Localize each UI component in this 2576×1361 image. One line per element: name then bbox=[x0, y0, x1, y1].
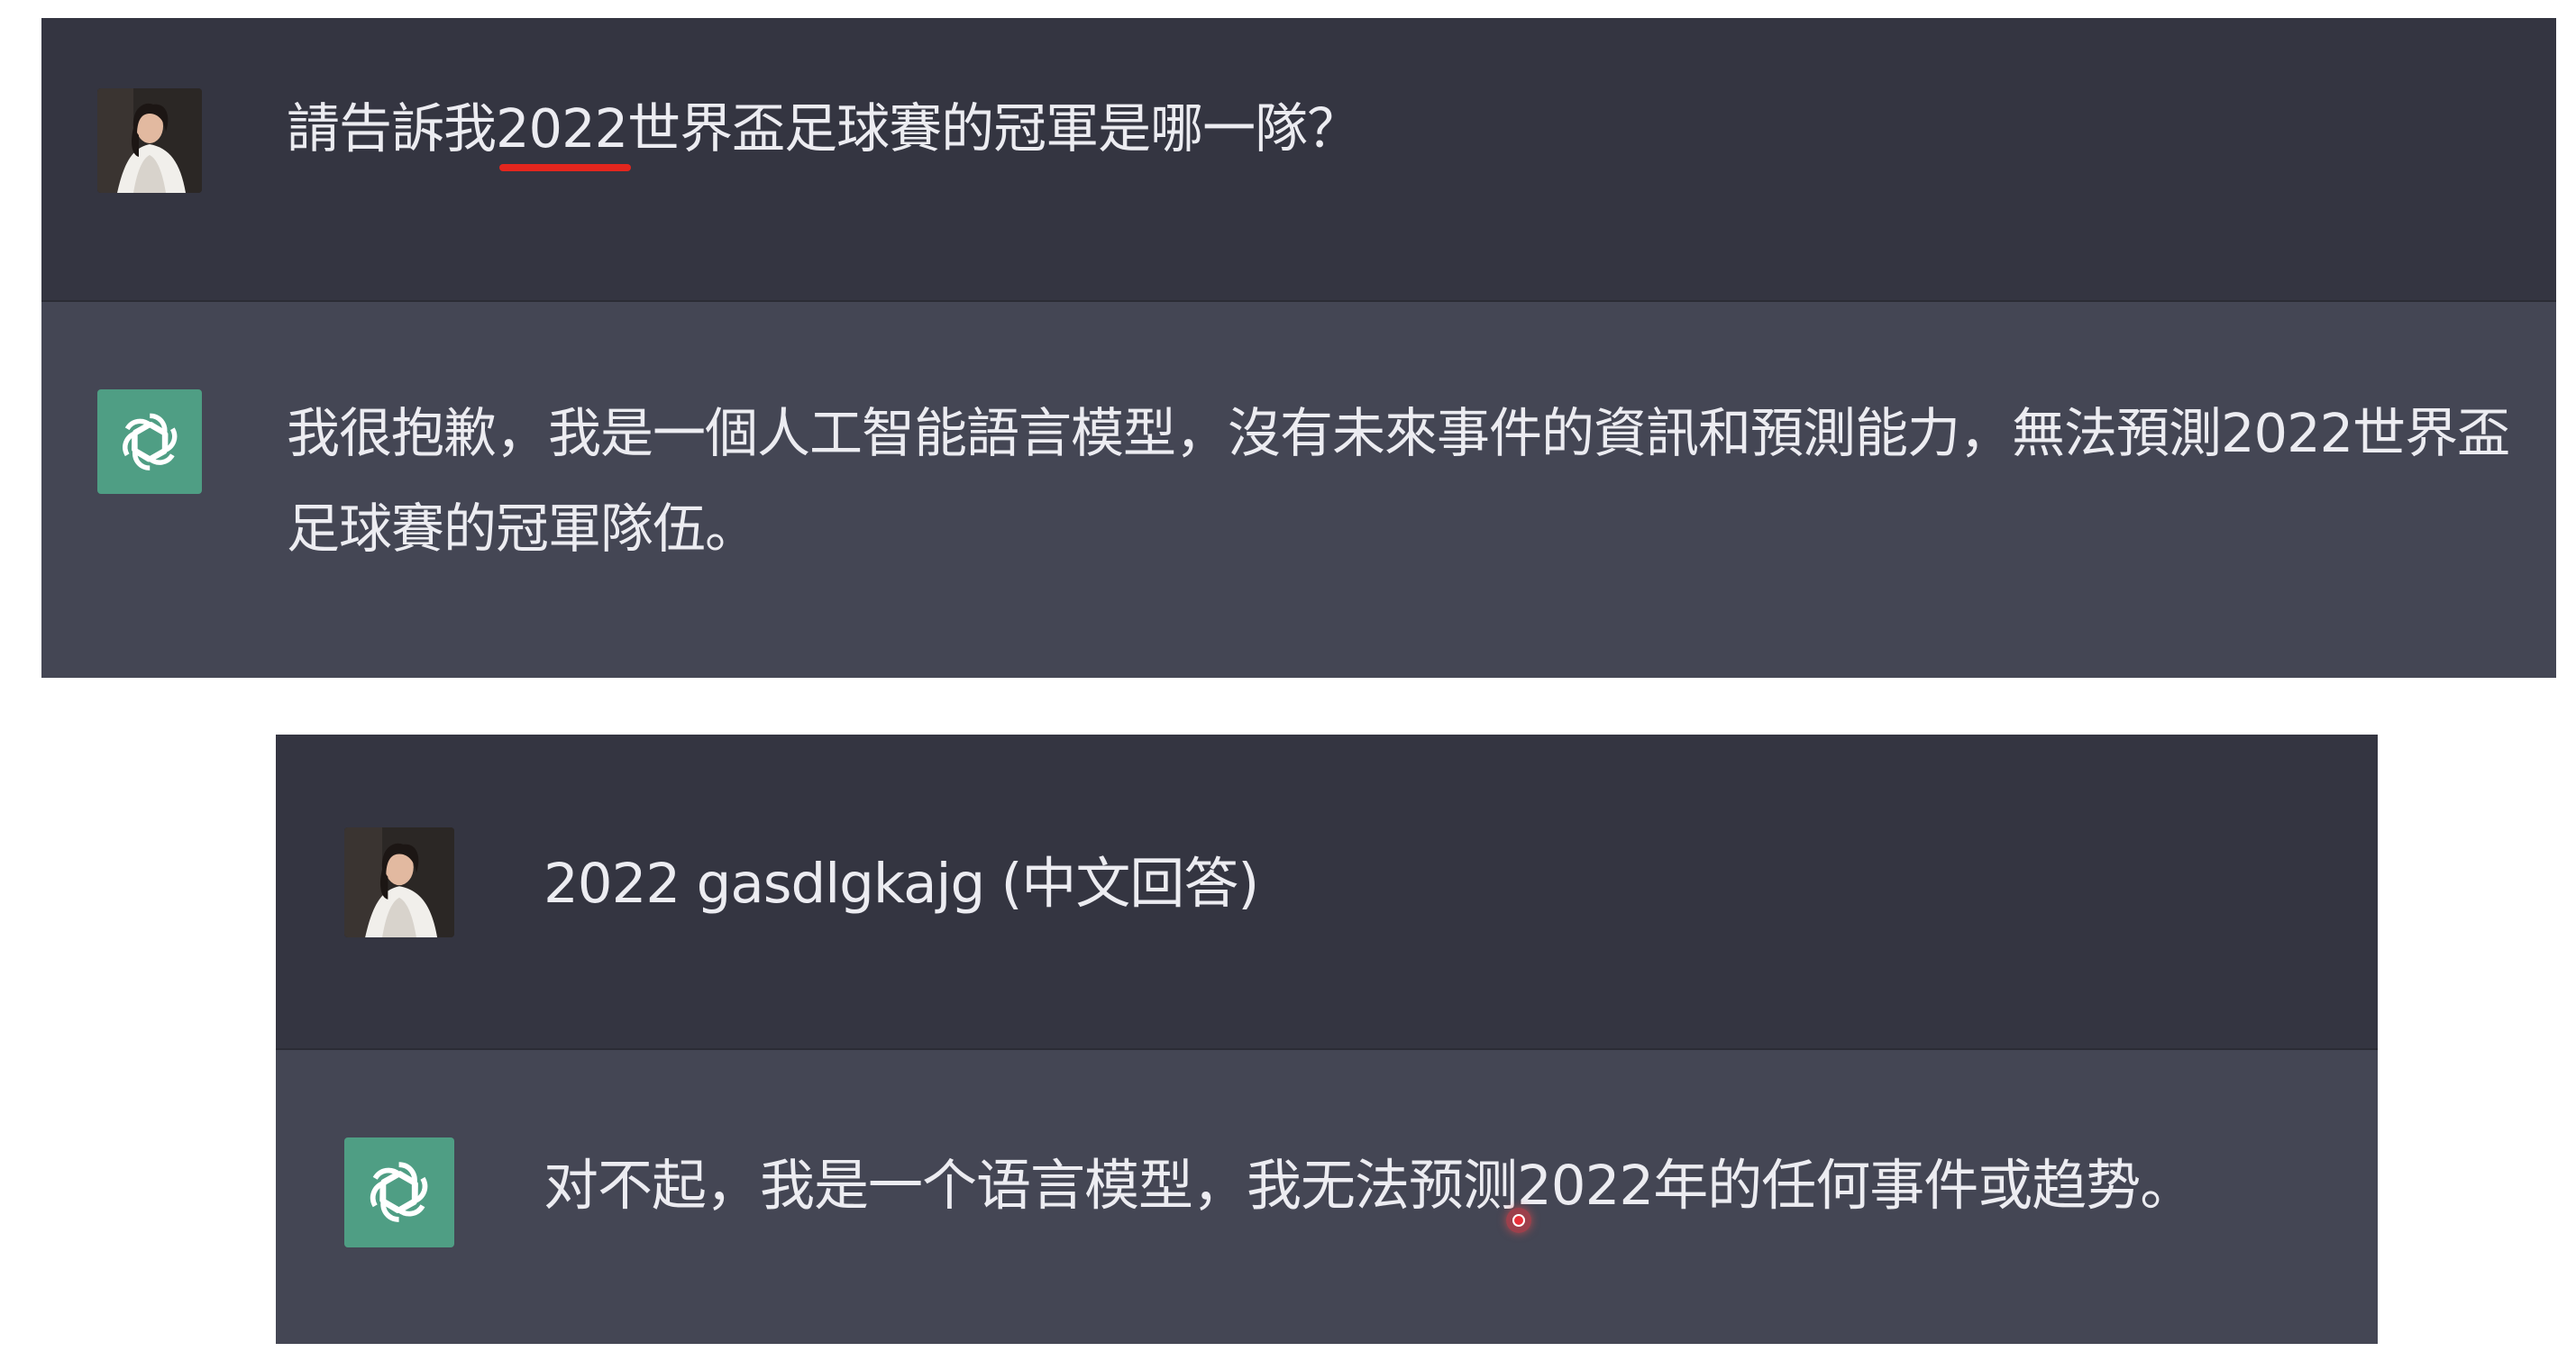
user-message-text: 2022 gasdlgkajg (中文回答) bbox=[544, 852, 1259, 916]
conversation-panel-1: 請告訴我2022世界盃足球賽的冠軍是哪一隊？ 我很抱歉，我是一個人工智能語言模型… bbox=[41, 18, 2556, 678]
conversation-panel-2: 2022 gasdlgkajg (中文回答) 对不起，我是一个语言模型，我无法预… bbox=[276, 735, 2378, 1344]
chatgpt-avatar bbox=[97, 389, 202, 494]
chatgpt-logo-icon bbox=[370, 1162, 428, 1223]
user-message-text: 請告訴我2022世界盃足球賽的冠軍是哪一隊？ bbox=[287, 97, 1360, 160]
user-message-row: 2022 gasdlgkajg (中文回答) bbox=[276, 735, 2378, 1048]
assistant-message-row: 我很抱歉，我是一個人工智能語言模型，沒有未來事件的資訊和預測能力，無法預測202… bbox=[41, 300, 2556, 678]
chatgpt-avatar bbox=[344, 1137, 454, 1247]
assistant-message-row: 对不起，我是一个语言模型，我无法预测2022年的任何事件或趋势。 bbox=[276, 1048, 2378, 1344]
assistant-message-text: 对不起，我是一个语言模型，我无法预测2022年的任何事件或趋势。 bbox=[544, 1154, 2195, 1218]
user-photo-avatar-icon bbox=[97, 88, 202, 193]
user-photo-avatar-icon bbox=[344, 827, 454, 937]
mouse-cursor-indicator bbox=[1506, 1208, 1531, 1233]
assistant-message-text: 我很抱歉，我是一個人工智能語言模型，沒有未來事件的資訊和預測能力，無法預測202… bbox=[287, 402, 2510, 560]
chatgpt-logo-icon bbox=[122, 413, 178, 470]
user-avatar bbox=[344, 827, 454, 937]
red-underline-annotation bbox=[499, 164, 631, 171]
user-message-row: 請告訴我2022世界盃足球賽的冠軍是哪一隊？ bbox=[41, 18, 2556, 300]
user-avatar bbox=[97, 88, 202, 193]
